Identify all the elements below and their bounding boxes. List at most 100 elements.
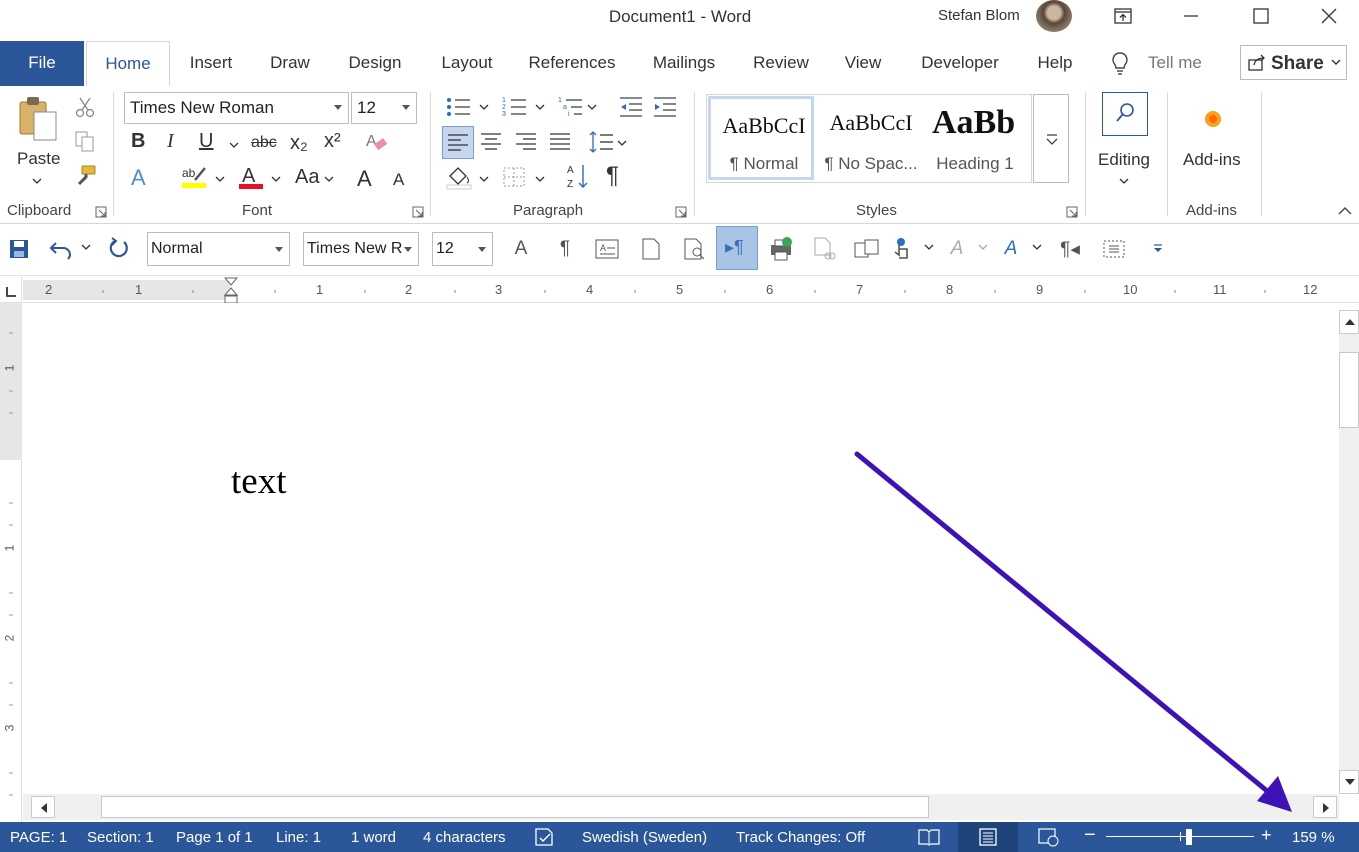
chevron-down-icon[interactable] (81, 244, 91, 252)
status-word-count[interactable]: 1 word (351, 829, 396, 846)
tab-mailings[interactable]: Mailings (640, 41, 728, 86)
line-spacing-icon[interactable] (588, 130, 614, 154)
text-direction-icon[interactable]: A (942, 234, 972, 264)
status-page-of[interactable]: Page 1 of 1 (176, 829, 253, 846)
status-char-count[interactable]: 4 characters (423, 829, 506, 846)
chevron-down-icon[interactable] (215, 176, 225, 184)
tab-review[interactable]: Review (744, 41, 818, 86)
format-painter-icon[interactable] (73, 164, 97, 188)
scroll-up-button[interactable] (1339, 310, 1359, 334)
compare-documents-icon[interactable] (852, 234, 882, 264)
tab-design[interactable]: Design (336, 41, 414, 86)
scroll-right-button[interactable] (1313, 796, 1337, 818)
align-right-icon[interactable] (515, 132, 537, 152)
tab-home[interactable]: Home (86, 41, 170, 86)
numbering-icon[interactable]: 123 (502, 96, 528, 118)
decrease-indent-icon[interactable] (618, 96, 644, 118)
tab-view[interactable]: View (834, 41, 892, 86)
share-button[interactable]: Share (1240, 45, 1347, 80)
increase-indent-icon[interactable] (652, 96, 678, 118)
undo-icon[interactable] (48, 238, 74, 260)
zoom-slider-thumb[interactable] (1185, 829, 1192, 845)
dialog-launcher-icon[interactable] (412, 206, 424, 218)
font-icon[interactable]: A (506, 234, 536, 264)
strikethrough-button[interactable]: abc (251, 134, 277, 152)
clear-formatting-icon[interactable]: A (364, 130, 388, 154)
dialog-launcher-icon[interactable] (1066, 206, 1078, 218)
chevron-down-icon[interactable] (587, 104, 597, 112)
tab-developer[interactable]: Developer (908, 41, 1012, 86)
close-button[interactable] (1308, 2, 1350, 30)
font-size-box[interactable]: 12 (351, 92, 417, 124)
dialog-launcher-icon[interactable] (675, 206, 687, 218)
horizontal-ruler[interactable]: 2 1 1 2 3 4 5 6 7 8 9 10 11 12 (0, 277, 1359, 304)
repeat-icon[interactable] (107, 237, 131, 261)
maximize-button[interactable] (1240, 2, 1282, 30)
sort-icon[interactable]: AZ (566, 162, 590, 190)
tab-references[interactable]: References (520, 41, 624, 86)
align-center-icon[interactable] (480, 132, 502, 152)
vertical-scrollbar[interactable] (1339, 310, 1359, 794)
highlight-icon[interactable]: ab (181, 164, 209, 190)
chevron-down-icon[interactable] (924, 244, 934, 252)
chevron-down-icon[interactable] (271, 176, 281, 184)
zoom-in-button[interactable]: + (1261, 825, 1272, 846)
web-layout-icon[interactable] (1038, 827, 1060, 847)
collapse-ribbon-icon[interactable] (1337, 206, 1353, 216)
print-layout-button[interactable] (958, 822, 1018, 852)
justify-icon[interactable] (549, 132, 571, 152)
proofing-icon[interactable] (534, 828, 556, 846)
add-ins-button[interactable]: Add-ins (1176, 94, 1252, 174)
status-track-changes[interactable]: Track Changes: Off (736, 829, 865, 846)
tab-draw[interactable]: Draw (258, 41, 322, 86)
tell-me-search[interactable]: Tell me (1148, 53, 1202, 73)
vertical-ruler[interactable]: 1 1 2 3 (0, 303, 22, 823)
linked-document-icon[interactable] (810, 234, 840, 264)
font-name-box[interactable]: Times New Roman (124, 92, 349, 124)
touch-mode-icon[interactable] (888, 234, 918, 264)
show-formatting-marks-button[interactable]: ¶ (606, 162, 619, 190)
minimize-button[interactable] (1170, 2, 1212, 30)
chevron-down-icon[interactable] (479, 104, 489, 112)
subscript-button[interactable]: x₂ (290, 132, 308, 155)
chevron-down-icon[interactable] (479, 176, 489, 184)
chevron-down-icon[interactable] (617, 140, 627, 148)
status-section[interactable]: Section: 1 (87, 829, 154, 846)
cut-icon[interactable] (74, 96, 96, 118)
chevron-down-icon[interactable] (1032, 244, 1042, 252)
underline-button[interactable]: U (199, 130, 213, 153)
font-color-icon[interactable]: A (238, 164, 266, 190)
zoom-level[interactable]: 159 % (1292, 829, 1335, 846)
save-icon[interactable] (8, 238, 30, 260)
tab-insert[interactable]: Insert (176, 41, 246, 86)
show-hide-marks-button[interactable]: ▸¶ (716, 226, 758, 270)
right-to-left-icon[interactable]: ¶◂ (1055, 234, 1085, 264)
status-page[interactable]: PAGE: 1 (10, 829, 67, 846)
italic-button[interactable]: I (167, 130, 174, 153)
tab-layout[interactable]: Layout (428, 41, 506, 86)
blank-page-icon[interactable] (636, 234, 666, 264)
bullets-icon[interactable] (446, 96, 472, 118)
status-line[interactable]: Line: 1 (276, 829, 321, 846)
align-left-button[interactable] (442, 126, 474, 159)
chevron-down-icon[interactable] (535, 104, 545, 112)
document-canvas[interactable] (23, 303, 1339, 793)
document-text[interactable]: text (231, 460, 286, 503)
style-box[interactable]: Normal (147, 232, 290, 266)
borders-icon[interactable] (502, 166, 526, 188)
chevron-down-icon[interactable] (978, 244, 988, 252)
qat-font-size-box[interactable]: 12 (432, 232, 493, 266)
zoom-out-button[interactable]: − (1084, 824, 1096, 847)
grow-font-button[interactable]: A (357, 166, 372, 192)
tab-file[interactable]: File (0, 41, 84, 86)
quick-print-icon[interactable] (766, 234, 796, 264)
print-preview-icon[interactable] (680, 234, 710, 264)
tab-help[interactable]: Help (1028, 41, 1082, 86)
change-case-button[interactable]: Aa (295, 166, 319, 189)
multilevel-list-icon[interactable]: 1ai (558, 96, 584, 118)
style-heading-1[interactable]: AaBb Heading 1 (926, 96, 1024, 180)
qat-font-box[interactable]: Times New R (303, 232, 419, 266)
scroll-left-button[interactable] (31, 796, 55, 818)
text-effects-button[interactable]: A (131, 165, 146, 191)
styles-more-button[interactable] (1033, 94, 1069, 183)
